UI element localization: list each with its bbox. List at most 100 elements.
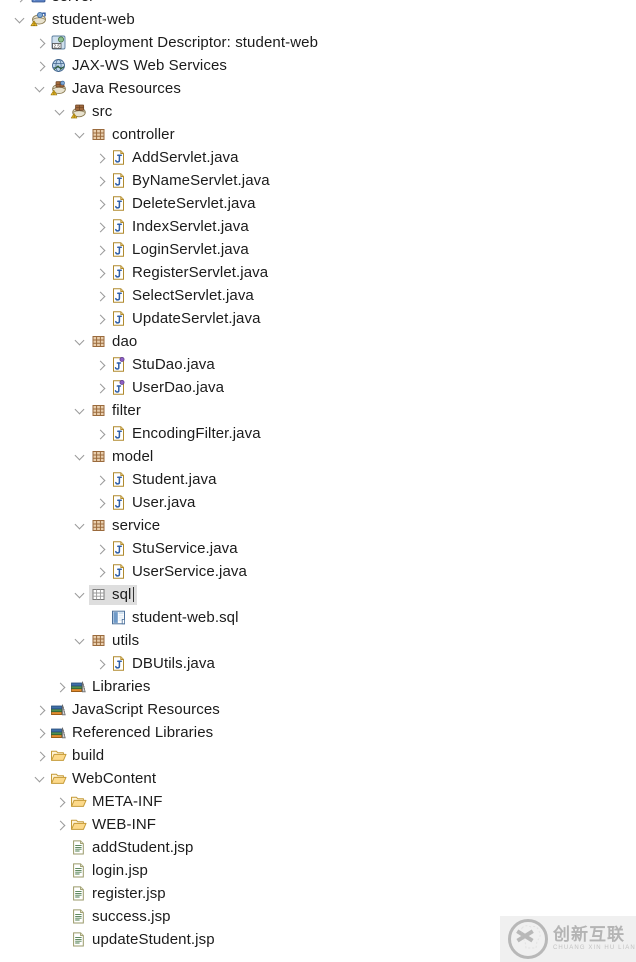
chevron-down-icon[interactable] xyxy=(74,519,88,533)
tree-row[interactable]: WEB-INF xyxy=(0,813,636,836)
chevron-right-icon[interactable] xyxy=(94,266,108,280)
tree-row[interactable]: Student.java xyxy=(0,468,636,491)
tree-row[interactable]: build xyxy=(0,744,636,767)
chevron-right-icon[interactable] xyxy=(94,657,108,671)
tree-row[interactable]: UserService.java xyxy=(0,560,636,583)
tree-node[interactable]: src xyxy=(70,103,114,121)
tree-node[interactable]: UserService.java xyxy=(110,563,249,581)
chevron-right-icon[interactable] xyxy=(34,726,48,740)
tree-row[interactable]: student-web xyxy=(0,8,636,31)
chevron-right-icon[interactable] xyxy=(54,680,68,694)
chevron-right-icon[interactable] xyxy=(94,496,108,510)
tree-row[interactable]: DeleteServlet.java xyxy=(0,192,636,215)
tree-node[interactable]: WEB-INF xyxy=(70,816,158,834)
chevron-right-icon[interactable] xyxy=(14,0,28,4)
chevron-right-icon[interactable] xyxy=(34,703,48,717)
tree-row[interactable]: EncodingFilter.java xyxy=(0,422,636,445)
project-explorer-tree[interactable]: server student-web 2.5 Deployment Descripto… xyxy=(0,0,636,962)
tree-row[interactable]: UpdateServlet.java xyxy=(0,307,636,330)
chevron-down-icon[interactable] xyxy=(74,404,88,418)
tree-row[interactable]: 2.5 Deployment Descriptor: student-web xyxy=(0,31,636,54)
tree-row[interactable]: User.java xyxy=(0,491,636,514)
tree-row[interactable]: model xyxy=(0,445,636,468)
chevron-down-icon[interactable] xyxy=(34,82,48,96)
tree-row[interactable]: StuService.java xyxy=(0,537,636,560)
tree-row[interactable]: dao xyxy=(0,330,636,353)
tree-node[interactable]: LoginServlet.java xyxy=(110,241,251,259)
tree-row[interactable]: JAX-WS Web Services xyxy=(0,54,636,77)
chevron-right-icon[interactable] xyxy=(34,36,48,50)
tree-row[interactable]: LoginServlet.java xyxy=(0,238,636,261)
tree-row[interactable]: filter xyxy=(0,399,636,422)
tree-node[interactable]: success.jsp xyxy=(70,908,173,926)
tree-node[interactable]: SelectServlet.java xyxy=(110,287,256,305)
tree-node-selected[interactable]: sql xyxy=(90,585,137,604)
tree-row[interactable]: RegisterServlet.java xyxy=(0,261,636,284)
tree-node[interactable]: JAX-WS Web Services xyxy=(50,57,229,75)
tree-row[interactable]: server xyxy=(0,0,636,8)
tree-node[interactable]: updateStudent.jsp xyxy=(70,931,217,949)
tree-node[interactable]: 2.5 Deployment Descriptor: student-web xyxy=(50,34,320,52)
tree-node[interactable]: AddServlet.java xyxy=(110,149,241,167)
tree-row[interactable]: Libraries xyxy=(0,675,636,698)
tree-node[interactable]: DBUtils.java xyxy=(110,655,217,673)
tree-node[interactable]: WebContent xyxy=(50,770,158,788)
chevron-right-icon[interactable] xyxy=(94,197,108,211)
tree-node[interactable]: DeleteServlet.java xyxy=(110,195,258,213)
chevron-down-icon[interactable] xyxy=(74,588,88,602)
tree-row[interactable]: Referenced Libraries xyxy=(0,721,636,744)
tree-row[interactable]: register.jsp xyxy=(0,882,636,905)
chevron-right-icon[interactable] xyxy=(94,243,108,257)
tree-node[interactable]: build xyxy=(50,747,106,765)
tree-node[interactable]: model xyxy=(90,448,155,466)
tree-row[interactable]: success.jsp xyxy=(0,905,636,928)
tree-node[interactable]: StuService.java xyxy=(110,540,240,558)
tree-row[interactable]: updateStudent.jsp xyxy=(0,928,636,951)
chevron-down-icon[interactable] xyxy=(74,450,88,464)
chevron-right-icon[interactable] xyxy=(94,151,108,165)
tree-node[interactable]: server xyxy=(30,0,96,6)
chevron-right-icon[interactable] xyxy=(34,59,48,73)
chevron-down-icon[interactable] xyxy=(34,772,48,786)
tree-node[interactable]: User.java xyxy=(110,494,197,512)
tree-row[interactable]: StuDao.java xyxy=(0,353,636,376)
tree-node[interactable]: UpdateServlet.java xyxy=(110,310,263,328)
chevron-right-icon[interactable] xyxy=(94,174,108,188)
tree-row[interactable]: UserDao.java xyxy=(0,376,636,399)
tree-row[interactable]: AddServlet.java xyxy=(0,146,636,169)
chevron-down-icon[interactable] xyxy=(74,335,88,349)
tree-node[interactable]: register.jsp xyxy=(70,885,168,903)
tree-node[interactable]: RegisterServlet.java xyxy=(110,264,270,282)
chevron-down-icon[interactable] xyxy=(54,105,68,119)
tree-node[interactable]: META-INF xyxy=(70,793,165,811)
chevron-right-icon[interactable] xyxy=(94,542,108,556)
tree-node[interactable]: Student.java xyxy=(110,471,219,489)
tree-row[interactable]: ByNameServlet.java xyxy=(0,169,636,192)
tree-node[interactable]: UserDao.java xyxy=(110,379,226,397)
chevron-down-icon[interactable] xyxy=(74,128,88,142)
tree-node[interactable]: Java Resources xyxy=(50,80,183,98)
tree-node[interactable]: JavaScript Resources xyxy=(50,701,222,719)
chevron-right-icon[interactable] xyxy=(94,381,108,395)
tree-row[interactable]: DBUtils.java xyxy=(0,652,636,675)
chevron-right-icon[interactable] xyxy=(94,358,108,372)
chevron-right-icon[interactable] xyxy=(94,473,108,487)
chevron-right-icon[interactable] xyxy=(94,427,108,441)
tree-node[interactable]: student-web.sql xyxy=(110,609,241,627)
tree-row[interactable]: login.jsp xyxy=(0,859,636,882)
tree-node[interactable]: utils xyxy=(90,632,141,650)
tree-node[interactable]: addStudent.jsp xyxy=(70,839,195,857)
chevron-right-icon[interactable] xyxy=(94,312,108,326)
tree-node[interactable]: EncodingFilter.java xyxy=(110,425,263,443)
tree-row[interactable]: WebContent xyxy=(0,767,636,790)
tree-row[interactable]: src xyxy=(0,100,636,123)
tree-row[interactable]: IndexServlet.java xyxy=(0,215,636,238)
tree-node[interactable]: Referenced Libraries xyxy=(50,724,215,742)
tree-node[interactable]: login.jsp xyxy=(70,862,150,880)
tree-node[interactable]: ByNameServlet.java xyxy=(110,172,272,190)
tree-node[interactable]: filter xyxy=(90,402,143,420)
tree-row[interactable]: JavaScript Resources xyxy=(0,698,636,721)
tree-row[interactable]: addStudent.jsp xyxy=(0,836,636,859)
tree-row[interactable]: Java Resources xyxy=(0,77,636,100)
chevron-right-icon[interactable] xyxy=(34,749,48,763)
